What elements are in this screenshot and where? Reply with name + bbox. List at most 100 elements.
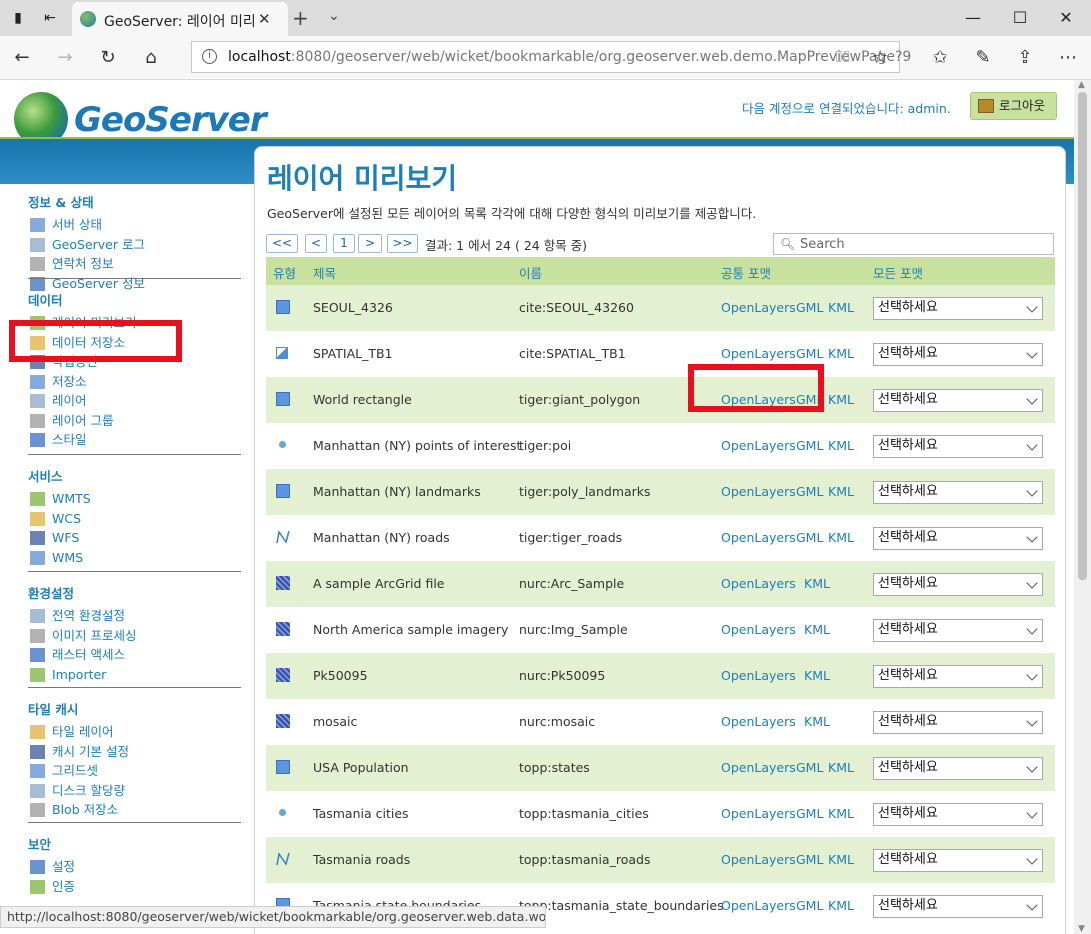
gml-link[interactable]: GML [796,852,823,867]
kml-link[interactable]: KML [828,300,854,315]
sidebar-item[interactable]: 저장소 [30,373,87,391]
pager-prev-button[interactable]: < [305,234,327,253]
kml-link[interactable]: KML [828,806,854,821]
openlayers-link[interactable]: OpenLayers [721,668,796,683]
home-icon[interactable]: ⌂ [139,46,163,70]
favorite-star-icon[interactable]: ☆ [872,47,888,68]
search-box[interactable]: 🔍︎ [773,233,1054,255]
format-select[interactable]: 선택하세요 [873,297,1043,320]
column-title[interactable]: 제목 [313,263,336,282]
logout-button[interactable]: 로그아웃 [970,92,1057,120]
gml-link[interactable]: GML [796,530,823,545]
openlayers-link[interactable]: OpenLayers [721,852,796,867]
forward-arrow-icon[interactable]: → [53,46,77,70]
back-arrow-icon[interactable]: ← [10,46,34,70]
pager-first-button[interactable]: << [266,234,298,253]
pager-page-button[interactable]: 1 [333,234,355,253]
openlayers-link[interactable]: OpenLayers [721,346,796,361]
sidebar-item[interactable]: 캐시 기본 설정 [30,743,129,761]
refresh-icon[interactable]: ↻ [96,46,120,70]
openlayers-link[interactable]: OpenLayers [721,806,796,821]
reading-view-icon[interactable]: ▯▯ [835,48,850,64]
format-select[interactable]: 선택하세요 [873,389,1043,412]
sidebar-item[interactable]: 인증 [30,878,75,896]
pager-next-button[interactable]: > [358,234,382,253]
browser-tab[interactable]: GeoServer: 레이어 미리 ✕ [72,2,288,36]
gml-link[interactable]: GML [796,484,823,499]
tab-actions-icon[interactable]: ▮ [8,8,28,28]
favorites-list-icon[interactable]: ✩ [928,46,952,70]
gml-link[interactable]: GML [796,806,823,821]
openlayers-link[interactable]: OpenLayers [721,622,796,637]
address-bar[interactable]: i localhost:8080/geoserver/web/wicket/bo… [191,41,911,73]
format-select[interactable]: 선택하세요 [873,711,1043,734]
gml-link[interactable]: GML [796,760,823,775]
gml-link[interactable]: GML [796,300,823,315]
close-tab-icon[interactable]: ✕ [258,10,271,28]
kml-link[interactable]: KML [804,668,830,683]
kml-link[interactable]: KML [804,714,830,729]
scrollbar-thumb[interactable] [1078,92,1087,580]
kml-link[interactable]: KML [828,852,854,867]
sidebar-item[interactable]: 레이어 [30,392,87,410]
format-select[interactable]: 선택하세요 [873,757,1043,780]
scroll-down-icon[interactable]: ▼ [1078,924,1085,934]
share-icon[interactable]: ⇪ [1013,46,1037,70]
scroll-up-icon[interactable]: ▲ [1078,80,1085,90]
pen-icon[interactable]: ✎ [971,46,995,70]
gml-link[interactable]: GML [796,346,823,361]
format-select[interactable]: 선택하세요 [873,435,1043,458]
kml-link[interactable]: KML [828,438,854,453]
format-select[interactable]: 선택하세요 [873,343,1043,366]
sidebar-item[interactable]: GeoServer 로그 [30,236,145,254]
column-type[interactable]: 유형 [273,263,296,282]
format-select[interactable]: 선택하세요 [873,573,1043,596]
format-select[interactable]: 선택하세요 [873,849,1043,872]
openlayers-link[interactable]: OpenLayers [721,714,796,729]
kml-link[interactable]: KML [828,484,854,499]
search-input[interactable] [800,236,1050,252]
back-tabs-icon[interactable]: ⇤ [40,8,60,28]
openlayers-link[interactable]: OpenLayers [721,576,796,591]
sidebar-item[interactable]: 레이어 그룹 [30,412,113,430]
openlayers-link[interactable]: OpenLayers [721,530,796,545]
close-window-icon[interactable]: ✕ [1046,6,1086,30]
sidebar-item[interactable]: WMS [30,549,83,567]
kml-link[interactable]: KML [828,530,854,545]
format-select[interactable]: 선택하세요 [873,803,1043,826]
more-menu-icon[interactable]: ⋯ [1056,46,1080,70]
format-select[interactable]: 선택하세요 [873,527,1043,550]
site-info-icon[interactable]: i [202,49,217,64]
gml-link[interactable]: GML [796,898,823,913]
page-scrollbar[interactable]: ▲ ▼ [1074,80,1091,934]
sidebar-item[interactable]: WCS [30,510,81,528]
new-tab-icon[interactable]: + [292,6,309,30]
gml-link[interactable]: GML [796,438,823,453]
kml-link[interactable]: KML [804,622,830,637]
sidebar-item[interactable]: 연락처 정보 [30,255,113,273]
maximize-icon[interactable]: ☐ [1000,6,1040,30]
column-name[interactable]: 이름 [519,263,542,282]
kml-link[interactable]: KML [828,392,854,407]
openlayers-link[interactable]: OpenLayers [721,300,796,315]
openlayers-link[interactable]: OpenLayers [721,898,796,913]
kml-link[interactable]: KML [828,346,854,361]
sidebar-item[interactable]: 이미지 프로세싱 [30,627,136,645]
sidebar-item[interactable]: 설정 [30,858,75,876]
sidebar-item[interactable]: 전역 환경설정 [30,607,125,625]
format-select[interactable]: 선택하세요 [873,895,1043,918]
format-select[interactable]: 선택하세요 [873,619,1043,642]
sidebar-item[interactable]: Importer [30,666,106,684]
sidebar-item[interactable]: 래스터 액세스 [30,646,125,664]
openlayers-link[interactable]: OpenLayers [721,484,796,499]
sidebar-item[interactable]: 스타일 [30,431,87,449]
sidebar-item[interactable]: Blob 저장소 [30,801,118,819]
kml-link[interactable]: KML [828,760,854,775]
sidebar-item[interactable]: WFS [30,529,79,547]
minimize-icon[interactable]: — [953,6,993,30]
openlayers-link[interactable]: OpenLayers [721,760,796,775]
sidebar-item[interactable]: 타일 레이어 [30,723,113,741]
sidebar-item[interactable]: WMTS [30,490,91,508]
pager-last-button[interactable]: >> [387,234,418,253]
format-select[interactable]: 선택하세요 [873,481,1043,504]
